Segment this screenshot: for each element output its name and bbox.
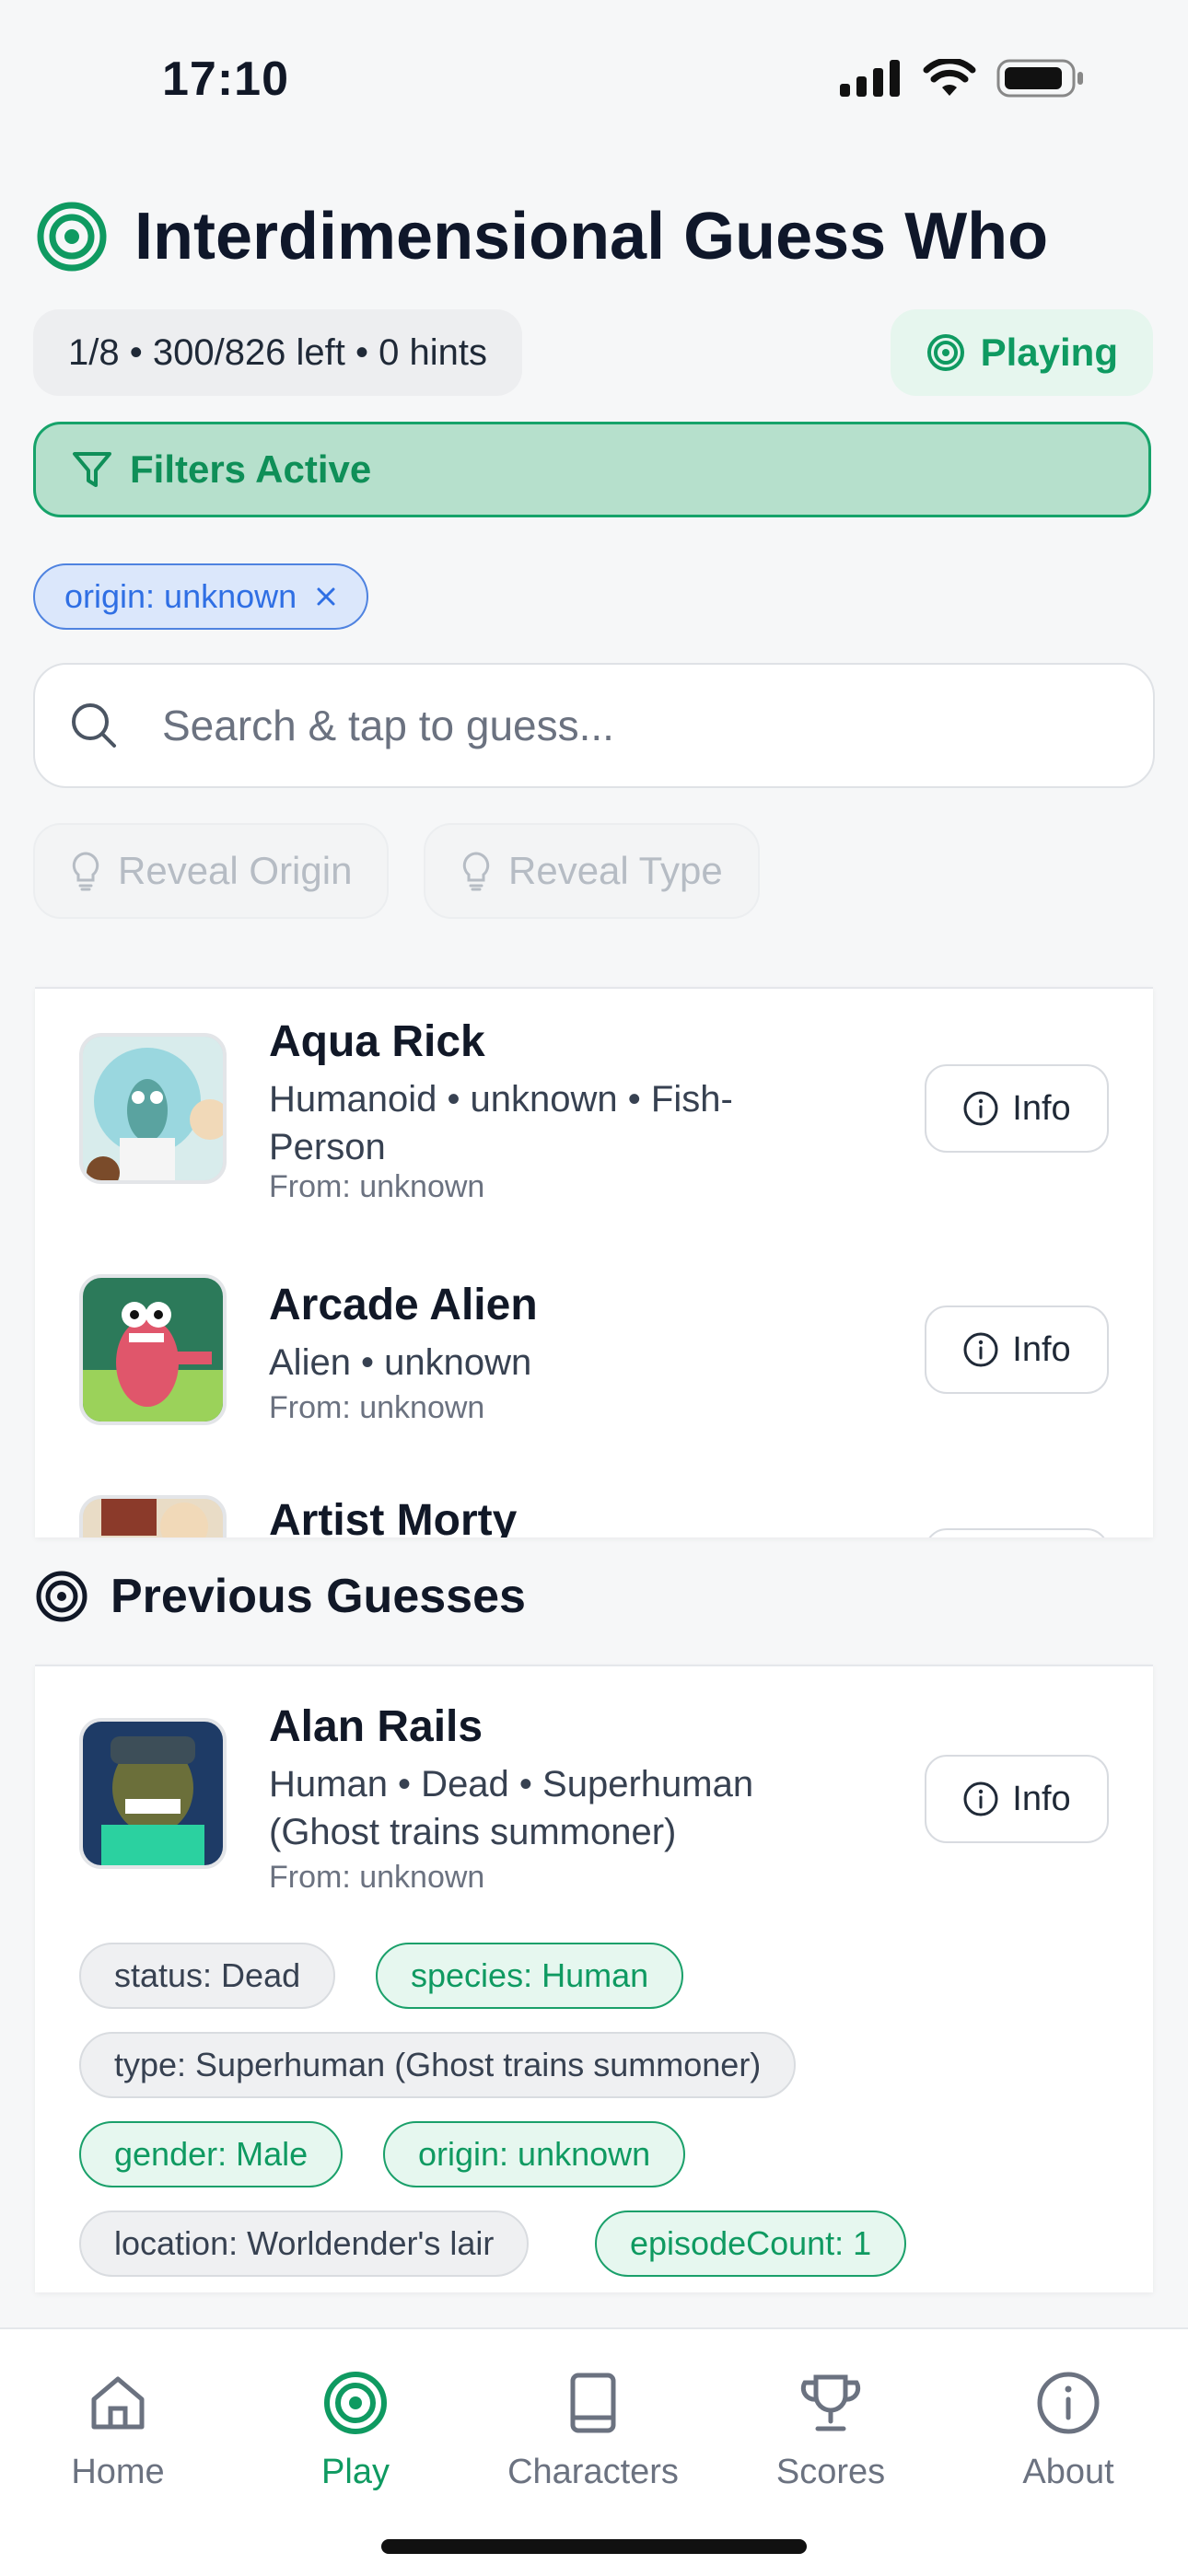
- home-icon: [91, 2376, 145, 2430]
- nav-label: Play: [321, 2453, 390, 2491]
- info-icon: [963, 1091, 998, 1126]
- game-status-badge: Playing: [890, 309, 1153, 396]
- info-button-label: Info: [1012, 1779, 1071, 1818]
- comparison-tag: type: Superhuman (Ghost trains summoner): [79, 2032, 797, 2098]
- reveal-type-button[interactable]: Reveal Type: [424, 823, 760, 919]
- battery-icon: [996, 59, 1083, 98]
- character-avatar: [79, 1274, 227, 1425]
- signal-icon: [840, 60, 900, 97]
- search-icon: [72, 703, 116, 748]
- reveal-type-label: Reveal Type: [508, 849, 723, 892]
- character-details-line: (Ghost trains summoner): [269, 1812, 677, 1852]
- info-button[interactable]: Info: [925, 1064, 1109, 1153]
- nav-play[interactable]: Play: [245, 2370, 466, 2492]
- status-time: 17:10: [162, 52, 289, 106]
- filters-toggle[interactable]: Filters Active: [33, 422, 1151, 517]
- character-avatar: [79, 1718, 227, 1869]
- filter-chip[interactable]: origin: unknown: [33, 563, 369, 630]
- character-name: Alan Rails: [269, 1702, 483, 1751]
- search-box[interactable]: [33, 663, 1155, 788]
- nav-label: About: [1022, 2453, 1114, 2491]
- character-details: Human • Dead • Superhuman (Ghost trains …: [269, 1760, 753, 1856]
- info-button[interactable]: Info: [925, 1305, 1109, 1394]
- trophy-icon: [800, 2374, 861, 2431]
- home-indicator: [381, 2539, 807, 2554]
- character-details-line: Person: [269, 1127, 386, 1167]
- previous-guesses-header: Previous Guesses: [35, 1569, 526, 1624]
- list-item[interactable]: [79, 1033, 227, 1184]
- list-item[interactable]: [79, 1718, 227, 1869]
- wifi-icon: [923, 59, 976, 96]
- nav-home[interactable]: Home: [7, 2370, 228, 2492]
- character-details-line: Humanoid • unknown • Fish-: [269, 1079, 733, 1120]
- reveal-origin-label: Reveal Origin: [118, 849, 353, 892]
- nav-label: Characters: [507, 2453, 679, 2491]
- character-details-line: Human • Dead • Superhuman: [269, 1764, 754, 1804]
- info-icon: [963, 1781, 998, 1816]
- info-icon: [963, 1332, 998, 1367]
- character-details: Alien • unknown: [269, 1342, 532, 1383]
- character-name: Aqua Rick: [269, 1017, 485, 1066]
- character-name: Arcade Alien: [269, 1281, 538, 1329]
- list-item[interactable]: [79, 1495, 227, 1537]
- page-header: Interdimensional Guess Who: [35, 199, 1048, 274]
- previous-guesses-list: Alan Rails Human • Dead • Superhuman (Gh…: [35, 1665, 1153, 2292]
- status-icons: [840, 59, 1085, 98]
- list-item[interactable]: [79, 1274, 227, 1425]
- comparison-tag: status: Dead: [79, 1943, 336, 2009]
- comparison-tag: origin: unknown: [383, 2121, 686, 2187]
- filters-label: Filters Active: [130, 447, 372, 491]
- character-avatar: [79, 1033, 227, 1184]
- info-button[interactable]: [925, 1528, 1109, 1537]
- info-button[interactable]: Info: [925, 1755, 1109, 1843]
- game-stats: 1/8 • 300/826 left • 0 hints: [33, 309, 522, 396]
- lightbulb-icon: [72, 852, 99, 891]
- comparison-tag: species: Human: [376, 1943, 684, 2009]
- character-origin: From: unknown: [269, 1860, 485, 1895]
- book-icon: [570, 2373, 616, 2433]
- reveal-origin-button[interactable]: Reveal Origin: [33, 823, 390, 919]
- info-button-label: Info: [1012, 1088, 1071, 1128]
- character-name: Artist Morty: [269, 1496, 518, 1537]
- info-button-label: Info: [1012, 1329, 1071, 1369]
- previous-guesses-title: Previous Guesses: [111, 1570, 526, 1623]
- nav-scores[interactable]: Scores: [720, 2370, 941, 2492]
- page-title: Interdimensional Guess Who: [134, 200, 1049, 273]
- lightbulb-icon: [462, 852, 490, 891]
- target-icon: [36, 1571, 87, 1622]
- results-list[interactable]: Aqua Rick Humanoid • unknown • Fish- Per…: [35, 987, 1153, 1537]
- character-details: Humanoid • unknown • Fish- Person: [269, 1075, 733, 1171]
- target-icon: [37, 202, 107, 272]
- game-status-label: Playing: [980, 331, 1118, 374]
- character-origin: From: unknown: [269, 1390, 485, 1425]
- info-icon: [1037, 2372, 1100, 2434]
- comparison-tag: episodeCount: 1: [595, 2210, 907, 2277]
- search-input[interactable]: [160, 700, 1085, 751]
- comparison-tag: gender: Male: [79, 2121, 344, 2187]
- nav-characters[interactable]: Characters: [483, 2370, 704, 2492]
- nav-label: Home: [71, 2453, 165, 2491]
- comparison-tag: location: Worldender's lair: [79, 2210, 530, 2277]
- character-origin: From: unknown: [269, 1169, 485, 1204]
- filter-chip-label: origin: unknown: [64, 577, 297, 615]
- filter-icon: [73, 452, 111, 487]
- nav-label: Scores: [775, 2453, 886, 2491]
- character-avatar: [79, 1495, 227, 1537]
- nav-about[interactable]: About: [958, 2370, 1179, 2492]
- target-icon: [324, 2372, 387, 2434]
- close-icon[interactable]: [315, 586, 337, 608]
- target-icon: [926, 334, 964, 371]
